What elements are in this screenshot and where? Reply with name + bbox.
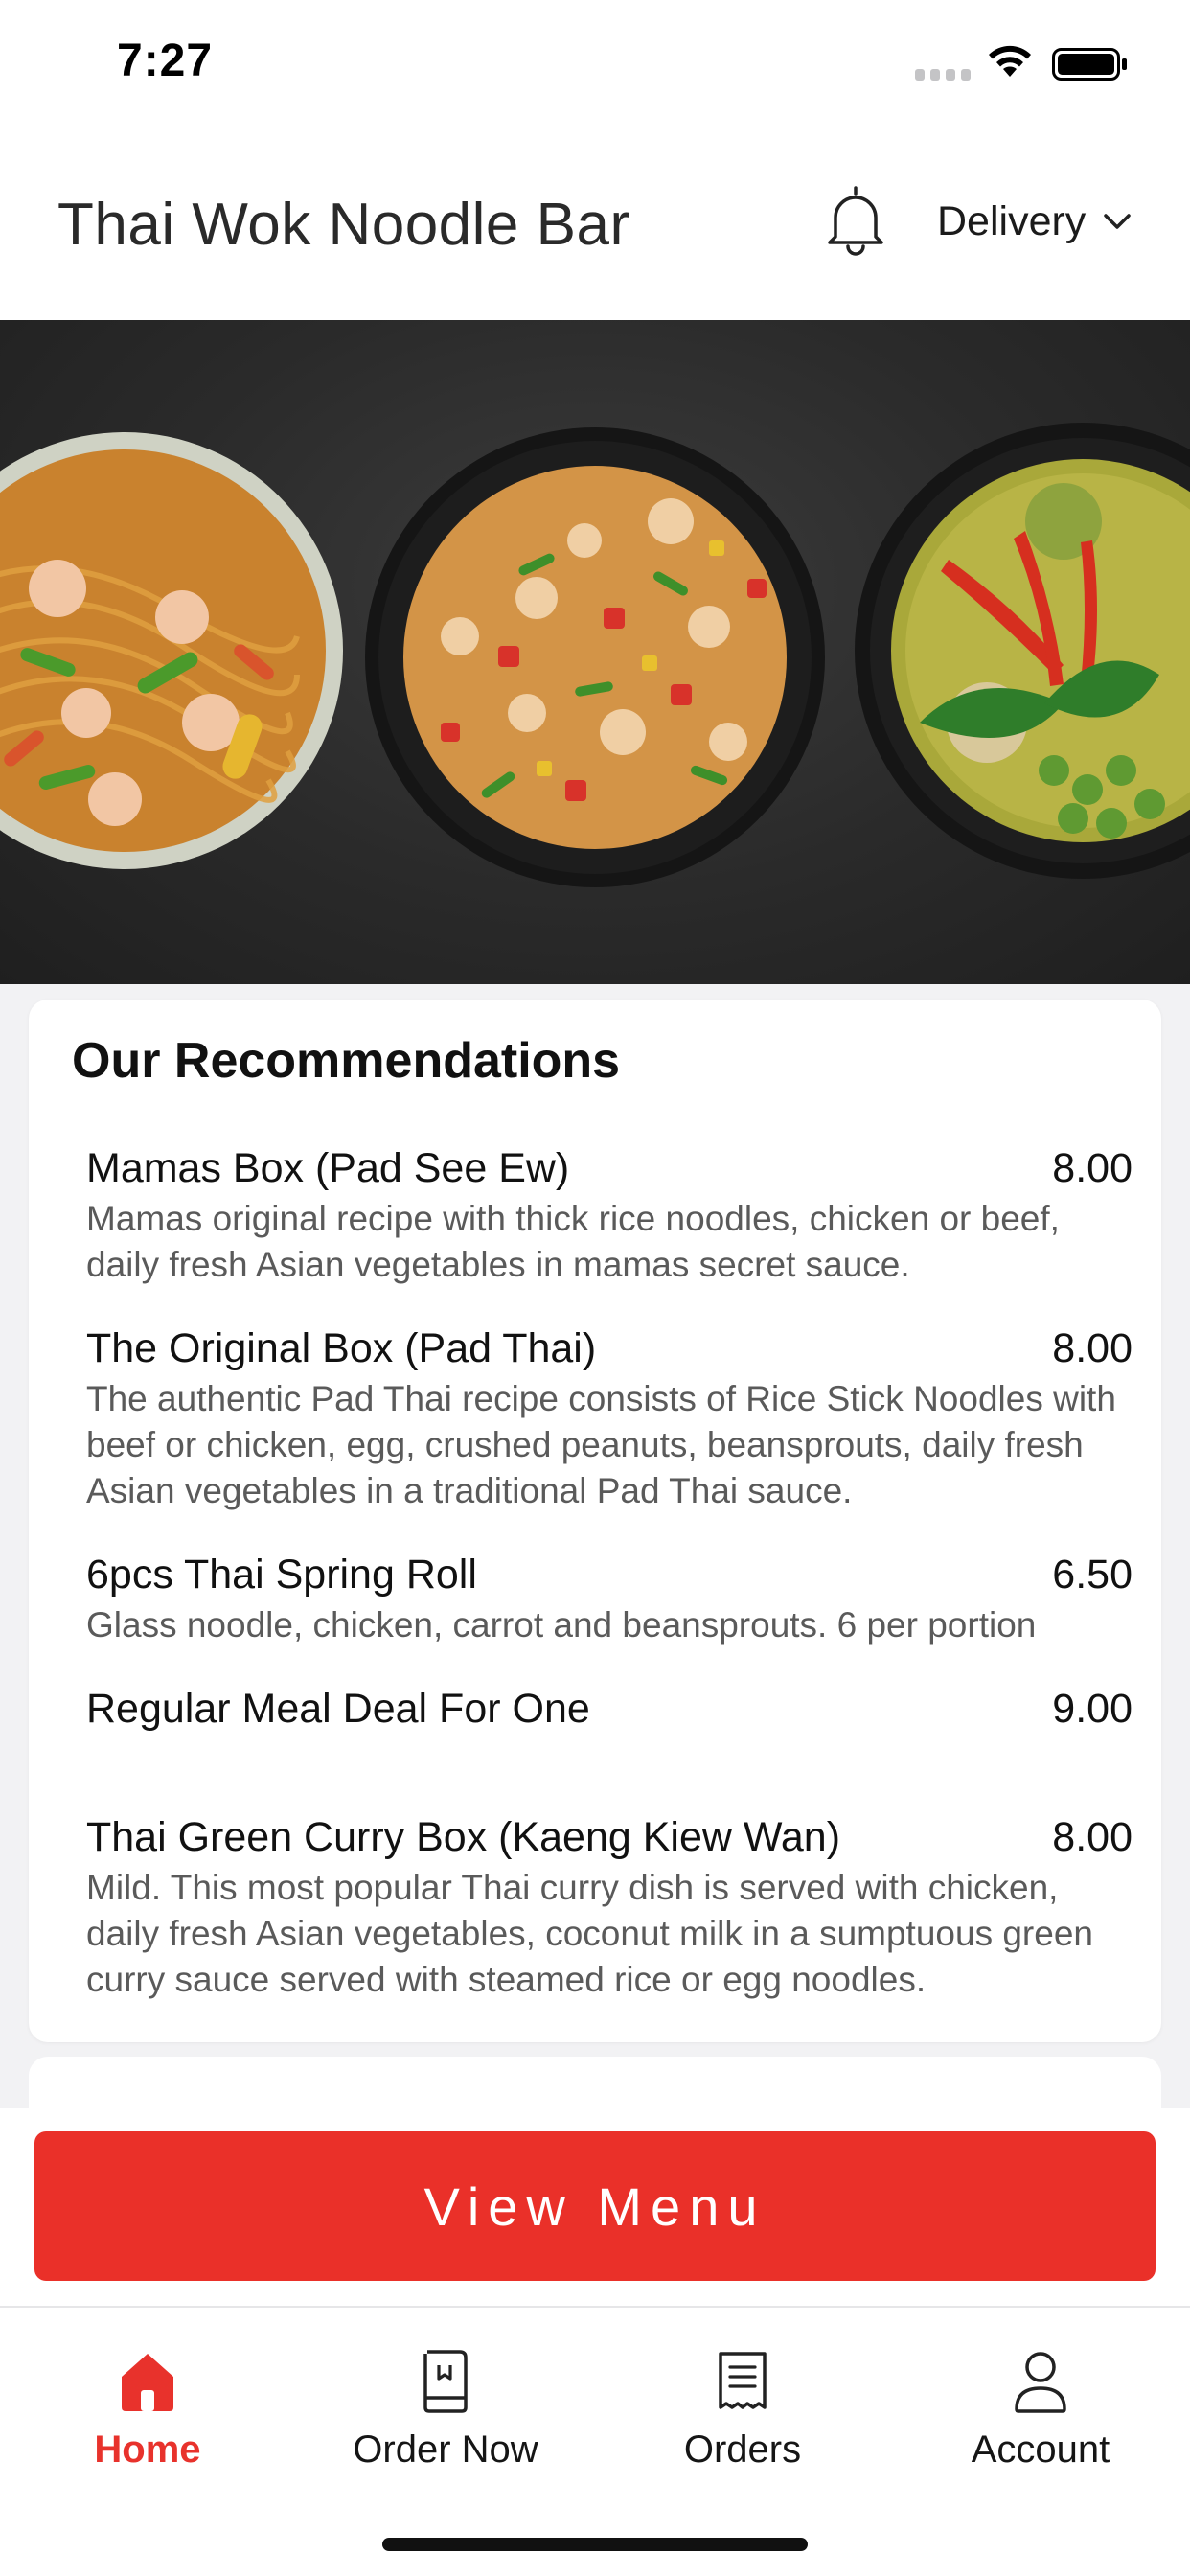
restaurant-title: Thai Wok Noodle Bar — [57, 192, 630, 258]
home-indicator[interactable] — [382, 2538, 808, 2551]
delivery-mode-label: Delivery — [937, 197, 1087, 244]
battery-icon — [1052, 48, 1127, 80]
tab-home[interactable]: Home — [33, 2346, 263, 2499]
tab-home-label: Home — [94, 2428, 201, 2471]
menu-item-description: Mild. This most popular Thai curry dish … — [86, 1868, 1093, 1999]
menu-item-price: 6.50 — [1052, 1552, 1133, 1598]
menu-item-name: Regular Meal Deal For One — [86, 1686, 590, 1732]
menu-item[interactable]: Mamas Box (Pad See Ew) 8.00 Mamas origin… — [86, 1145, 1133, 1288]
notification-bell-icon[interactable] — [824, 183, 887, 256]
status-time: 7:27 — [117, 35, 214, 86]
user-icon — [1015, 2352, 1066, 2413]
menu-item-name: Thai Green Curry Box (Kaeng Kiew Wan) — [86, 1814, 841, 1860]
bottom-tab-bar: Home Order Now Orders Account — [0, 2306, 1190, 2576]
tab-orders-label: Orders — [683, 2428, 802, 2471]
menu-item[interactable]: 6pcs Thai Spring Roll 6.50 Glass noodle,… — [86, 1552, 1133, 1648]
menu-item-name: Mamas Box (Pad See Ew) — [86, 1145, 570, 1191]
menu-item[interactable]: Regular Meal Deal For One 9.00 — [86, 1686, 1133, 1733]
menu-item-name: 6pcs Thai Spring Roll — [86, 1552, 477, 1598]
chevron-down-icon — [1104, 214, 1132, 229]
view-menu-button[interactable]: View Menu — [34, 2131, 1156, 2281]
tab-orders[interactable]: Orders — [628, 2346, 858, 2499]
menu-item[interactable]: The Original Box (Pad Thai) 8.00 The aut… — [86, 1325, 1133, 1514]
menu-item[interactable]: Thai Green Curry Box (Kaeng Kiew Wan) 8.… — [86, 1814, 1133, 2003]
app-header: Thai Wok Noodle Bar Delivery — [0, 126, 1190, 320]
recommendations-title: Our Recommendations — [72, 1033, 621, 1089]
tab-order-now-label: Order Now — [353, 2428, 538, 2471]
delivery-mode-dropdown[interactable]: Delivery — [937, 193, 1132, 250]
menu-item-price: 9.00 — [1052, 1686, 1133, 1732]
receipt-icon — [719, 2352, 767, 2409]
menu-item-name: The Original Box (Pad Thai) — [86, 1325, 597, 1371]
order-book-icon — [423, 2350, 468, 2413]
menu-item-description: The authentic Pad Thai recipe consists o… — [86, 1379, 1116, 1510]
status-bar: 7:27 — [0, 0, 1190, 126]
tab-account[interactable]: Account — [926, 2346, 1156, 2499]
tab-account-label: Account — [971, 2428, 1110, 2471]
menu-item-price: 8.00 — [1052, 1145, 1133, 1191]
home-icon — [122, 2354, 173, 2411]
menu-item-price: 8.00 — [1052, 1325, 1133, 1371]
menu-item-description: Glass noodle, chicken, carrot and beansp… — [86, 1605, 1037, 1644]
view-menu-bar: View Menu — [0, 2108, 1190, 2306]
hero-food-image — [0, 320, 1190, 984]
wifi-icon — [989, 45, 1031, 77]
recommendations-card: Our Recommendations Mamas Box (Pad See E… — [29, 1000, 1161, 2042]
menu-item-description: Mamas original recipe with thick rice no… — [86, 1199, 1060, 1284]
cellular-signal-icon — [915, 69, 971, 80]
tab-order-now[interactable]: Order Now — [331, 2346, 561, 2499]
menu-item-price: 8.00 — [1052, 1814, 1133, 1860]
